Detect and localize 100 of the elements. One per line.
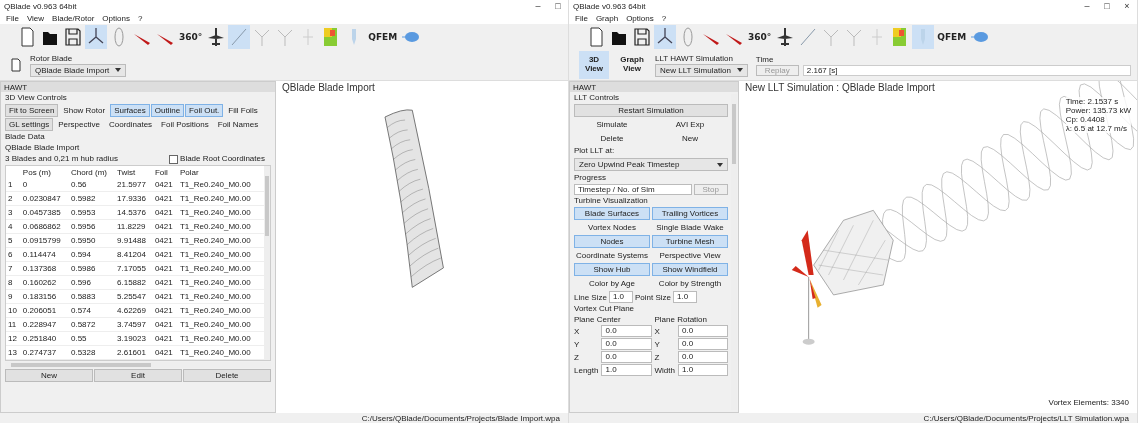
row-number: 12	[6, 331, 21, 346]
toggle-button[interactable]: Simulate	[574, 118, 650, 131]
blade-dropdown[interactable]: QBlade Blade Import	[30, 63, 127, 77]
spin-box[interactable]: 0.0	[677, 338, 728, 350]
toggle-button[interactable]: Nodes	[574, 235, 650, 248]
view-button[interactable]: 3D View	[579, 51, 609, 79]
section-title: Turbine Visualization	[574, 196, 649, 206]
view-control-button[interactable]: Show Rotor	[59, 104, 110, 117]
field-label: LLT HAWT Simulation	[655, 53, 734, 63]
view-control-button[interactable]: Fill Foils	[224, 104, 262, 117]
table-cell: 0.274737	[20, 345, 69, 360]
window-control-button[interactable]: ×	[1117, 1, 1137, 11]
toggle-button[interactable]: Single Blade Wake	[652, 221, 728, 234]
section-title: Blade Data	[5, 132, 46, 142]
toolbar-text-button[interactable]: QFEM	[935, 28, 969, 46]
status-text: C:/Users/QBlade/Documents/Projects/Blade Import.wpa	[361, 413, 560, 423]
toolbar-text-button[interactable]: QFEM	[366, 28, 400, 46]
spin-box[interactable]: 0.0	[601, 338, 652, 350]
view-control-button[interactable]: Foil Positions	[157, 118, 213, 131]
menu-item[interactable]: File	[575, 13, 588, 23]
table-action-button[interactable]: Edit	[94, 369, 182, 382]
table-cell: 11.8229	[115, 219, 153, 234]
toggle-button[interactable]: Vortex Nodes	[574, 221, 650, 234]
view-control-button[interactable]: Coordinates	[104, 118, 157, 131]
view-control-button[interactable]: Surfaces	[110, 104, 150, 117]
menu-item[interactable]: ?	[137, 13, 143, 23]
menu-item[interactable]: Options	[102, 13, 130, 23]
window-control-button[interactable]: –	[1077, 1, 1097, 11]
table-cell: 6.15882	[115, 275, 153, 290]
menu-item[interactable]: Blade/Rotor	[52, 13, 95, 23]
panel-header: HAWT	[1, 82, 275, 92]
floppy-icon[interactable]	[62, 25, 84, 49]
table-cell: 0.206051	[20, 303, 69, 318]
table-cell: 14.5376	[115, 205, 153, 220]
row-number: 4	[6, 219, 21, 234]
spin-box[interactable]: 1.0	[672, 291, 697, 303]
table-action-button[interactable]: Delete	[183, 369, 271, 382]
view-control-button[interactable]: Outline	[150, 104, 185, 117]
blade-info: 3 Blades and 0,21 m hub radius	[5, 154, 118, 164]
window-control-button[interactable]: □	[1097, 1, 1117, 11]
toggle-button[interactable]: AVI Exp	[652, 118, 728, 131]
toggle-button[interactable]: Color by Age	[574, 277, 650, 290]
spin-box[interactable]: 0.0	[677, 351, 728, 363]
view-control-button[interactable]: Foil Names	[213, 118, 263, 131]
toolbar-text-button[interactable]: 360°	[746, 28, 774, 46]
rotor-icon[interactable]	[654, 25, 676, 49]
menu-item[interactable]: Graph	[595, 13, 619, 23]
floppy-icon[interactable]	[631, 25, 653, 49]
caret-icon	[736, 68, 743, 72]
view-control-button[interactable]: Fit to Screen	[5, 104, 59, 117]
menu-item[interactable]: File	[6, 13, 19, 23]
menu-item[interactable]: Options	[626, 13, 654, 23]
table-cell: 4.62269	[115, 303, 153, 318]
toolbar-text-button[interactable]: 360°	[177, 28, 205, 46]
toggle-button[interactable]: Blade Surfaces	[574, 207, 650, 220]
toggle-button[interactable]: Color by Strength	[652, 277, 728, 290]
toggle-button[interactable]: Coordinate Systems	[574, 249, 651, 262]
checkbox[interactable]	[169, 154, 179, 164]
table-cell: 0.5872	[68, 317, 115, 332]
spin-box[interactable]: 0.0	[601, 325, 652, 337]
table-cell: 8.41204	[115, 247, 153, 262]
menu-item[interactable]: ?	[661, 13, 667, 23]
toggle-button[interactable]: Delete	[574, 132, 650, 145]
toggle-button[interactable]: Show Hub	[574, 263, 650, 276]
field-label: Rotor Blade	[30, 53, 74, 63]
rotor-icon[interactable]	[85, 25, 107, 49]
row-number: 10	[6, 303, 21, 318]
toggle-button[interactable]: Trailing Vortices	[652, 207, 728, 220]
toggle-button[interactable]: New	[652, 132, 728, 145]
toggle-button[interactable]: Perspective View	[652, 249, 728, 262]
view-control-button[interactable]: Foil Out.	[185, 104, 224, 117]
view-control-button[interactable]: GL settings	[5, 118, 54, 131]
table-action-button[interactable]: New	[5, 369, 93, 382]
blade-name: QBlade Blade Import	[5, 143, 81, 153]
window-control-button[interactable]: □	[548, 1, 568, 11]
caret-icon	[717, 162, 723, 167]
table-cell: 0.594	[68, 247, 115, 262]
document-icon[interactable]	[10, 58, 22, 72]
spin-box[interactable]: 1.0	[601, 364, 652, 376]
view-control-button[interactable]: Perspective	[54, 118, 104, 131]
row-number: 2	[6, 191, 21, 206]
table-cell: 0.596	[68, 275, 115, 290]
table-cell: 0.0457385	[20, 205, 69, 220]
readout-text: Cp: 0.4408	[1065, 115, 1106, 124]
table-cell: 0.5328	[68, 345, 115, 360]
table-cell: 0.5883	[68, 289, 115, 304]
restart-button[interactable]: Restart Simulation	[574, 104, 728, 117]
spin-box[interactable]: 0.0	[677, 325, 728, 337]
field-label: Y	[574, 339, 581, 349]
menu-item[interactable]: View	[26, 13, 45, 23]
table-cell: 0.228947	[20, 317, 69, 332]
toggle-button[interactable]: Show Windfield	[652, 263, 728, 276]
spin-box[interactable]: 1.0	[608, 291, 633, 303]
window-control-button[interactable]: –	[528, 1, 548, 11]
spin-box[interactable]: 0.0	[601, 351, 652, 363]
table-cell: 0421	[152, 205, 178, 220]
toggle-button[interactable]: Turbine Mesh	[652, 235, 728, 248]
timestep-dropdown[interactable]: Zero Upwind Peak Timestep	[574, 158, 728, 171]
spin-box[interactable]: 1.0	[677, 364, 728, 376]
simulation-dropdown[interactable]: New LLT Simulation	[655, 63, 748, 77]
